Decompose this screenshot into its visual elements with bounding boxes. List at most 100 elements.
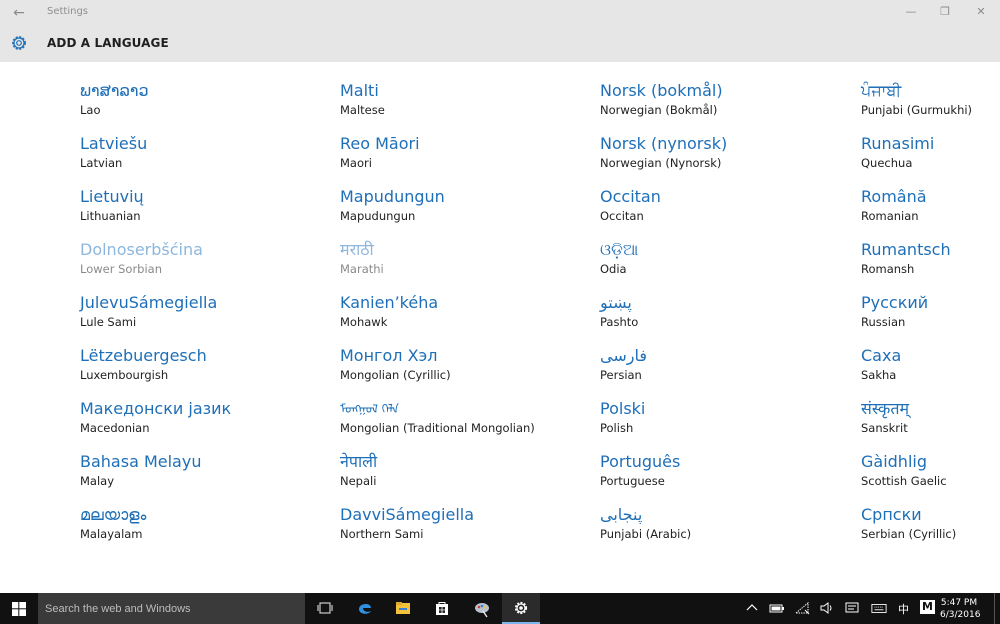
language-item[interactable]: Bahasa Melayu Malay <box>80 452 320 498</box>
paint-button[interactable] <box>462 593 500 624</box>
language-item[interactable]: Русский Russian <box>861 293 1000 339</box>
language-native-name: संस्कृतम् <box>861 399 910 418</box>
language-native-name: Русский <box>861 293 929 312</box>
language-native-name: Occitan <box>600 187 661 206</box>
chevron-up-icon[interactable] <box>744 600 760 616</box>
language-list: ພາສາລາວ Lao Latviešu Latvian Lietuvių Li… <box>0 62 1000 552</box>
language-english-name: Northern Sami <box>340 527 424 541</box>
language-item[interactable]: Kanien’kéha Mohawk <box>340 293 580 339</box>
language-item[interactable]: Mapudungun Mapudungun <box>340 187 580 233</box>
language-item[interactable]: മലയാളം Malayalam <box>80 505 320 551</box>
edge-icon <box>359 603 371 614</box>
language-item[interactable]: Malti Maltese <box>340 81 580 127</box>
language-item[interactable]: JulevuSámegiella Lule Sami <box>80 293 320 339</box>
action-center-icon[interactable] <box>844 600 860 616</box>
language-english-name: Russian <box>861 315 906 329</box>
language-english-name: Serbian (Cyrillic) <box>861 527 957 541</box>
language-item[interactable]: ພາສາລາວ Lao <box>80 81 320 127</box>
language-native-name: Malti <box>340 81 379 100</box>
language-native-name: Kanien’kéha <box>340 293 439 312</box>
language-english-name: Sanskrit <box>861 421 908 435</box>
language-item[interactable]: Runasimi Quechua <box>861 134 1000 180</box>
language-item[interactable]: Српски Serbian (Cyrillic) <box>861 505 1000 551</box>
language-native-name: Mapudungun <box>340 187 445 206</box>
system-clock[interactable]: 5:47 PM 6/3/2016 <box>940 597 980 621</box>
language-english-name: Persian <box>600 368 642 382</box>
language-english-name: Maori <box>340 156 372 170</box>
close-button[interactable]: ✕ <box>964 0 998 24</box>
language-item[interactable]: DavviSámegiella Northern Sami <box>340 505 580 551</box>
language-native-name: मराठी <box>340 240 374 259</box>
language-item[interactable]: Gàidhlig Scottish Gaelic <box>861 452 1000 498</box>
language-item[interactable]: Latviešu Latvian <box>80 134 320 180</box>
volume-icon[interactable] <box>819 600 835 616</box>
language-native-name: Polski <box>600 399 646 418</box>
language-native-name: ଓଡ଼ିଆ <box>600 240 639 259</box>
wifi-icon[interactable] <box>794 600 810 616</box>
language-native-name: فارسی <box>600 346 647 365</box>
language-item[interactable]: नेपाली Nepali <box>340 452 580 498</box>
back-button[interactable]: ← <box>6 2 32 24</box>
language-item[interactable]: Norsk (nynorsk) Norwegian (Nynorsk) <box>600 134 840 180</box>
store-icon <box>436 602 448 615</box>
language-item[interactable]: Саха Sakha <box>861 346 1000 392</box>
language-english-name: Mapudungun <box>340 209 416 223</box>
settings-button[interactable] <box>502 593 540 624</box>
language-native-name: Reo Māori <box>340 134 420 153</box>
language-native-name: Norsk (bokmål) <box>600 81 723 100</box>
language-english-name: Portuguese <box>600 474 665 488</box>
language-item[interactable]: Монгол Хэл Mongolian (Cyrillic) <box>340 346 580 392</box>
language-native-name: ਪੰਜਾਬੀ <box>861 81 902 100</box>
edge-button[interactable] <box>346 593 384 624</box>
language-item[interactable]: Rumantsch Romansh <box>861 240 1000 286</box>
language-english-name: Latvian <box>80 156 123 170</box>
language-item[interactable]: Lietuvių Lithuanian <box>80 187 320 233</box>
language-item[interactable]: संस्कृतम् Sanskrit <box>861 399 1000 445</box>
ime-language-indicator[interactable]: 中 <box>898 601 909 617</box>
ime-mode-indicator[interactable]: M <box>920 600 935 614</box>
language-native-name: Lëtzebuergesch <box>80 346 207 365</box>
taskbar-search[interactable] <box>38 593 305 624</box>
language-item[interactable]: Română Romanian <box>861 187 1000 233</box>
file-explorer-button[interactable] <box>384 593 422 624</box>
language-item[interactable]: پنجابی Punjabi (Arabic) <box>600 505 840 551</box>
language-item[interactable]: فارسی Persian <box>600 346 840 392</box>
language-native-name: Português <box>600 452 681 471</box>
restore-button[interactable]: ❐ <box>928 0 962 24</box>
language-english-name: Pashto <box>600 315 639 329</box>
language-item[interactable]: Occitan Occitan <box>600 187 840 233</box>
taskbar: 中 M 5:47 PM 6/3/2016 <box>0 593 1000 624</box>
language-item[interactable]: Português Portuguese <box>600 452 840 498</box>
keyboard-icon[interactable] <box>871 600 887 616</box>
file-explorer-icon <box>396 602 410 614</box>
minimize-button[interactable]: — <box>894 0 928 24</box>
settings-icon <box>514 601 528 615</box>
language-item[interactable]: ᠮᠣᠩᠭᠣᠯ ᠬᠡᠯᠡ Mongolian (Traditional Mongo… <box>340 399 580 445</box>
gear-icon <box>12 36 26 50</box>
language-item[interactable]: Lëtzebuergesch Luxembourgish <box>80 346 320 392</box>
language-item[interactable]: Reo Māori Maori <box>340 134 580 180</box>
language-item-disabled: Dolnoserbšćina Lower Sorbian <box>80 240 320 286</box>
windows-logo-icon <box>12 602 26 616</box>
language-english-name: Macedonian <box>80 421 150 435</box>
show-desktop-button[interactable] <box>994 593 1000 624</box>
search-input[interactable] <box>38 593 305 624</box>
start-button[interactable] <box>0 593 38 624</box>
language-item[interactable]: Polski Polish <box>600 399 840 445</box>
language-english-name: Punjabi (Arabic) <box>600 527 692 541</box>
paint-icon <box>475 603 489 618</box>
store-button[interactable] <box>423 593 461 624</box>
language-item-disabled: मराठी Marathi <box>340 240 580 286</box>
language-english-name: Romanian <box>861 209 919 223</box>
language-english-name: Nepali <box>340 474 377 488</box>
window-title: Settings <box>47 6 89 17</box>
language-native-name: Bahasa Melayu <box>80 452 202 471</box>
language-native-name: Runasimi <box>861 134 935 153</box>
language-item[interactable]: ଓଡ଼ିଆ Odia <box>600 240 840 286</box>
language-item[interactable]: Norsk (bokmål) Norwegian (Bokmål) <box>600 81 840 127</box>
task-view-button[interactable] <box>306 593 344 624</box>
language-item[interactable]: پښتو Pashto <box>600 293 840 339</box>
battery-icon[interactable] <box>769 600 785 616</box>
language-item[interactable]: ਪੰਜਾਬੀ Punjabi (Gurmukhi) <box>861 81 1000 127</box>
language-item[interactable]: Македонски јазик Macedonian <box>80 399 320 445</box>
